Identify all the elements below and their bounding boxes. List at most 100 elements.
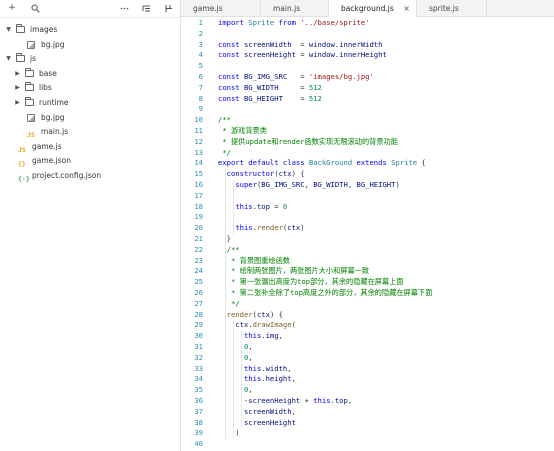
folder-icon	[25, 67, 35, 78]
code-line[interactable]: 39 )	[181, 428, 554, 439]
chevron-right-icon[interactable]: ▶	[14, 96, 21, 110]
code-token: drawImage	[252, 320, 292, 330]
code-line[interactable]: 31 0,	[181, 342, 554, 353]
code-line[interactable]: 22 /**	[181, 245, 554, 256]
code-line[interactable]: 6 const BG_IMG_SRC = 'images/bg.jpg'	[181, 72, 554, 83]
code-line[interactable]: 10 /**	[181, 115, 554, 126]
code-line[interactable]: 19	[181, 212, 554, 223]
code-line[interactable]: 12 * 提供update和render函数实现无限滚动的背景功能	[181, 137, 554, 148]
code-line[interactable]: 17	[181, 191, 554, 202]
tree-item-label: js	[30, 54, 36, 64]
code-line[interactable]: 29 ctx.drawImage(	[181, 320, 554, 331]
code-line[interactable]: 3 const screenWidth = window.innerWidth	[181, 40, 554, 51]
code-line[interactable]: 35 0,	[181, 385, 554, 396]
code-text: const screenWidth = window.innerWidth	[218, 40, 382, 51]
code-line[interactable]: 18 this.top = 0	[181, 202, 554, 213]
tree-item-base[interactable]: ▶ base	[0, 67, 180, 81]
code-token: '../base/sprite'	[300, 18, 370, 27]
code-token: =	[300, 50, 309, 60]
tree-item-main-js[interactable]: JS main.js	[0, 125, 180, 139]
code-token: const	[218, 72, 244, 81]
code-line[interactable]: 36 -screenHeight + this.top,	[181, 396, 554, 407]
code-token: )	[218, 428, 240, 438]
code-line[interactable]: 2	[181, 29, 554, 40]
chevron-right-icon[interactable]: ▶	[14, 67, 21, 81]
code-line[interactable]: 37 screenWidth,	[181, 407, 554, 418]
close-icon[interactable]: ×	[403, 0, 410, 17]
code-text: */	[218, 148, 231, 159]
line-number: 2	[198, 28, 203, 38]
tree-item-game-json[interactable]: {} game.json	[0, 154, 180, 168]
code-text: import Sprite from '../base/sprite'	[218, 18, 369, 29]
layout-icon[interactable]	[162, 2, 174, 14]
code-token: ,	[248, 385, 253, 395]
code-line[interactable]: 20 this.render(ctx)	[181, 223, 554, 234]
code-text: screenHeight	[218, 418, 296, 429]
line-number: 20	[194, 223, 203, 233]
line-number: 17	[194, 190, 203, 200]
tree-item-libs[interactable]: ▶ libs	[0, 81, 180, 95]
tab-main-js[interactable]: main.js	[261, 0, 329, 17]
code-line[interactable]: 16 super(BG_IMG_SRC, BG_WIDTH, BG_HEIGHT…	[181, 180, 554, 191]
code-line[interactable]: 9	[181, 104, 554, 115]
chevron-down-icon[interactable]: ▼	[5, 23, 12, 37]
tab-sprite-js[interactable]: sprite.js	[417, 0, 487, 17]
chevron-down-icon[interactable]: ▼	[5, 52, 12, 66]
code-token: * 第一张漏出高度为top部分，其余的隐藏在屏幕上面	[218, 277, 404, 287]
ellipsis-icon[interactable]	[118, 2, 130, 14]
code-token: screenHeight	[243, 50, 301, 60]
code-line[interactable]: 21 }	[181, 234, 554, 245]
code-token: 512	[308, 93, 322, 103]
code-line[interactable]: 38 screenHeight	[181, 418, 554, 429]
code-token: innerWidth	[339, 39, 383, 49]
tree-item-images[interactable]: ▼ images	[0, 23, 180, 37]
code-line[interactable]: 40	[181, 439, 554, 450]
code-line[interactable]: 26 * 第二张补全除了top高度之外的部分，其余的隐藏在屏幕下面	[181, 288, 554, 299]
collapse-icon[interactable]	[140, 2, 152, 14]
code-line[interactable]: 11 * 游戏背景类	[181, 126, 554, 137]
code-line[interactable]: 14 export default class BackGround extend…	[181, 158, 554, 169]
code-line[interactable]: 27 */	[181, 299, 554, 310]
code-editor[interactable]: 1 import Sprite from '../base/sprite' 2 3 co…	[181, 17, 554, 451]
tree-item-label: game.js	[32, 141, 62, 151]
tree-item-label: runtime	[39, 98, 69, 107]
plus-icon[interactable]: +	[6, 2, 18, 14]
code-line[interactable]: 24 * 绘制两张图片，两张图片大小和屏幕一致	[181, 266, 554, 277]
tree-item-runtime[interactable]: ▶ runtime	[0, 96, 180, 110]
tree-item-js[interactable]: ▼ js	[0, 52, 180, 66]
code-line[interactable]: 23 * 背景图重绘函数	[181, 256, 554, 267]
code-line[interactable]: 13 */	[181, 148, 554, 159]
code-line[interactable]: 33 this.width,	[181, 364, 554, 375]
code-token: BG_HEIGHT	[356, 180, 396, 189]
code-line[interactable]: 8 const BG_HEIGHT = 512	[181, 94, 554, 105]
tab-background-js[interactable]: background.js ×	[329, 0, 417, 17]
tree-item-game-js[interactable]: JS game.js	[0, 140, 180, 154]
tree-item-bg-jpg[interactable]: bg.jpg	[0, 111, 180, 125]
code-token: render	[226, 309, 253, 319]
code-token: ,	[291, 374, 296, 384]
tab-game-js[interactable]: game.js	[181, 0, 261, 17]
code-line[interactable]: 15 constructor(ctx) {	[181, 169, 554, 180]
line-number: 19	[194, 212, 203, 222]
search-icon[interactable]	[29, 2, 41, 14]
code-token: top	[334, 396, 348, 405]
code-token: height	[265, 374, 292, 384]
code-line[interactable]: 7 const BG_WIDTH = 512	[181, 83, 554, 94]
code-line[interactable]: 4 const screenHeight = window.innerHeight	[181, 50, 554, 61]
code-token: ) {	[291, 169, 305, 179]
code-line[interactable]: 25 * 第一张漏出高度为top部分，其余的隐藏在屏幕上面	[181, 277, 554, 288]
tree-item-project-config-json[interactable]: {·} project.config.json	[0, 169, 180, 183]
folder-open-icon	[16, 53, 26, 63]
code-line[interactable]: 28 render(ctx) {	[181, 310, 554, 321]
code-line[interactable]: 5	[181, 61, 554, 72]
code-line[interactable]: 30 this.img,	[181, 331, 554, 342]
code-line[interactable]: 32 0,	[181, 353, 554, 364]
code-token: * 提供update和render函数实现无限滚动的背景功能	[218, 136, 398, 146]
line-number: 26	[194, 288, 203, 297]
tree-item-label: libs	[39, 83, 52, 93]
code-token: ctx	[235, 320, 249, 330]
code-line[interactable]: 1 import Sprite from '../base/sprite'	[181, 18, 554, 29]
chevron-right-icon[interactable]: ▶	[14, 81, 21, 95]
code-line[interactable]: 34 this.height,	[181, 374, 554, 385]
tree-item-bg-jpg[interactable]: bg.jpg	[0, 38, 180, 52]
